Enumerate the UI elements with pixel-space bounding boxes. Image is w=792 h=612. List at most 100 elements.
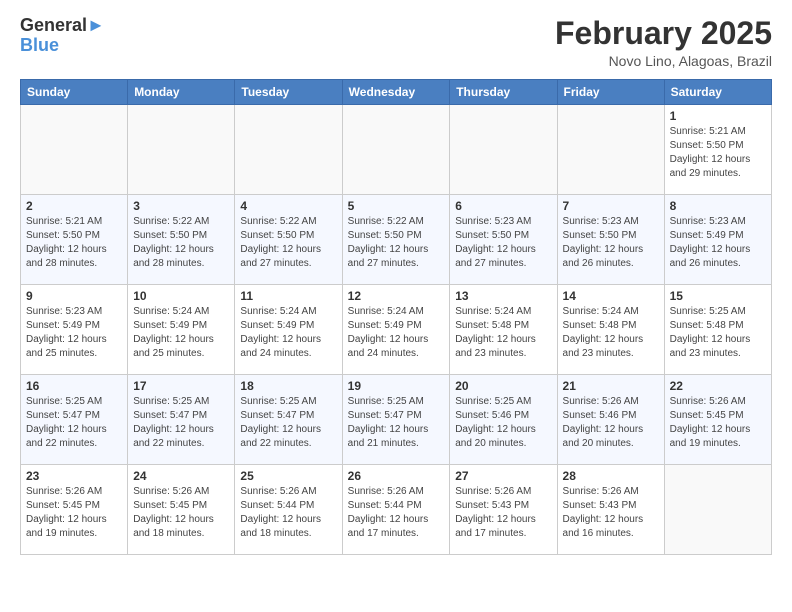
- day-info: Sunrise: 5:26 AM Sunset: 5:43 PM Dayligh…: [455, 485, 551, 541]
- calendar-week-row: 16Sunrise: 5:25 AM Sunset: 5:47 PM Dayli…: [21, 375, 772, 465]
- calendar-header-saturday: Saturday: [664, 80, 771, 105]
- day-info: Sunrise: 5:25 AM Sunset: 5:48 PM Dayligh…: [670, 305, 766, 361]
- calendar-week-row: 23 Sunrise: 5:26 AM Sunset: 5:45 PM Dayli…: [21, 465, 772, 555]
- calendar-cell: 9 Sunrise: 5:23 AM Sunset: 5:49 PM Daylig…: [21, 285, 128, 375]
- calendar-header-monday: Monday: [128, 80, 235, 105]
- day-number: 20: [455, 379, 551, 393]
- day-info: Sunrise: 5:23 AM Sunset: 5:49 PM Dayligh…: [670, 215, 766, 271]
- calendar-header-friday: Friday: [557, 80, 664, 105]
- calendar-cell: 14 Sunrise: 5:24 AM Sunset: 5:48 PM Dayli…: [557, 285, 664, 375]
- calendar-cell: [235, 105, 342, 195]
- calendar-week-row: 9 Sunrise: 5:23 AM Sunset: 5:49 PM Daylig…: [21, 285, 772, 375]
- day-number: 14: [563, 289, 659, 303]
- day-number: 25: [240, 469, 336, 483]
- calendar-cell: 11 Sunrise: 5:24 AM Sunset: 5:49 PM Dayli…: [235, 285, 342, 375]
- calendar-cell: 25 Sunrise: 5:26 AM Sunset: 5:44 PM Dayli…: [235, 465, 342, 555]
- calendar-cell: 6 Sunrise: 5:23 AM Sunset: 5:50 PM Daylig…: [450, 195, 557, 285]
- logo: General► Blue: [20, 16, 105, 56]
- day-info: Sunrise: 5:26 AM Sunset: 5:43 PM Dayligh…: [563, 485, 659, 541]
- calendar-cell: 12 Sunrise: 5:24 AM Sunset: 5:49 PM Dayli…: [342, 285, 450, 375]
- day-number: 1: [670, 109, 766, 123]
- day-number: 6: [455, 199, 551, 213]
- calendar-cell: [21, 105, 128, 195]
- day-number: 7: [563, 199, 659, 213]
- day-info: Sunrise: 5:25 AM Sunset: 5:47 PM Dayligh…: [133, 395, 229, 451]
- day-info: Sunrise: 5:26 AM Sunset: 5:45 PM Dayligh…: [26, 485, 122, 541]
- calendar-cell: [557, 105, 664, 195]
- day-number: 27: [455, 469, 551, 483]
- day-info: Sunrise: 5:23 AM Sunset: 5:50 PM Dayligh…: [455, 215, 551, 271]
- day-number: 21: [563, 379, 659, 393]
- day-number: 26: [348, 469, 445, 483]
- day-info: Sunrise: 5:25 AM Sunset: 5:47 PM Dayligh…: [348, 395, 445, 451]
- calendar-cell: 20 Sunrise: 5:25 AM Sunset: 5:46 PM Dayli…: [450, 375, 557, 465]
- day-info: Sunrise: 5:24 AM Sunset: 5:49 PM Dayligh…: [348, 305, 445, 361]
- day-number: 3: [133, 199, 229, 213]
- day-number: 2: [26, 199, 122, 213]
- day-info: Sunrise: 5:23 AM Sunset: 5:49 PM Dayligh…: [26, 305, 122, 361]
- day-info: Sunrise: 5:22 AM Sunset: 5:50 PM Dayligh…: [133, 215, 229, 271]
- calendar-week-row: 2Sunrise: 5:21 AM Sunset: 5:50 PM Daylig…: [21, 195, 772, 285]
- main-title: February 2025: [555, 16, 772, 51]
- day-number: 23: [26, 469, 122, 483]
- day-number: 5: [348, 199, 445, 213]
- day-info: Sunrise: 5:26 AM Sunset: 5:45 PM Dayligh…: [670, 395, 766, 451]
- day-number: 12: [348, 289, 445, 303]
- day-number: 18: [240, 379, 336, 393]
- calendar-cell: 26 Sunrise: 5:26 AM Sunset: 5:44 PM Dayli…: [342, 465, 450, 555]
- calendar-cell: 21Sunrise: 5:26 AM Sunset: 5:46 PM Dayli…: [557, 375, 664, 465]
- day-number: 22: [670, 379, 766, 393]
- calendar-header-wednesday: Wednesday: [342, 80, 450, 105]
- calendar-cell: [342, 105, 450, 195]
- day-info: Sunrise: 5:24 AM Sunset: 5:48 PM Dayligh…: [563, 305, 659, 361]
- subtitle: Novo Lino, Alagoas, Brazil: [555, 53, 772, 69]
- calendar-cell: 28 Sunrise: 5:26 AM Sunset: 5:43 PM Dayli…: [557, 465, 664, 555]
- day-info: Sunrise: 5:25 AM Sunset: 5:46 PM Dayligh…: [455, 395, 551, 451]
- day-number: 9: [26, 289, 122, 303]
- day-info: Sunrise: 5:22 AM Sunset: 5:50 PM Dayligh…: [348, 215, 445, 271]
- calendar-cell: 7 Sunrise: 5:23 AM Sunset: 5:50 PM Daylig…: [557, 195, 664, 285]
- day-number: 13: [455, 289, 551, 303]
- calendar-cell: 22 Sunrise: 5:26 AM Sunset: 5:45 PM Dayli…: [664, 375, 771, 465]
- calendar-cell: 2Sunrise: 5:21 AM Sunset: 5:50 PM Daylig…: [21, 195, 128, 285]
- day-number: 10: [133, 289, 229, 303]
- day-info: Sunrise: 5:24 AM Sunset: 5:48 PM Dayligh…: [455, 305, 551, 361]
- day-number: 15: [670, 289, 766, 303]
- day-info: Sunrise: 5:23 AM Sunset: 5:50 PM Dayligh…: [563, 215, 659, 271]
- calendar-cell: 10Sunrise: 5:24 AM Sunset: 5:49 PM Dayli…: [128, 285, 235, 375]
- calendar-header-tuesday: Tuesday: [235, 80, 342, 105]
- day-number: 24: [133, 469, 229, 483]
- day-number: 28: [563, 469, 659, 483]
- day-info: Sunrise: 5:26 AM Sunset: 5:44 PM Dayligh…: [348, 485, 445, 541]
- calendar-cell: 13 Sunrise: 5:24 AM Sunset: 5:48 PM Dayli…: [450, 285, 557, 375]
- calendar-cell: 27 Sunrise: 5:26 AM Sunset: 5:43 PM Dayli…: [450, 465, 557, 555]
- calendar-header-sunday: Sunday: [21, 80, 128, 105]
- day-info: Sunrise: 5:24 AM Sunset: 5:49 PM Dayligh…: [240, 305, 336, 361]
- calendar-cell: 5 Sunrise: 5:22 AM Sunset: 5:50 PM Daylig…: [342, 195, 450, 285]
- calendar-cell: 16Sunrise: 5:25 AM Sunset: 5:47 PM Dayli…: [21, 375, 128, 465]
- day-number: 11: [240, 289, 336, 303]
- title-block: February 2025 Novo Lino, Alagoas, Brazil: [555, 16, 772, 69]
- calendar-cell: 23 Sunrise: 5:26 AM Sunset: 5:45 PM Dayli…: [21, 465, 128, 555]
- header: General► Blue February 2025 Novo Lino, A…: [20, 16, 772, 69]
- calendar-cell: 1 Sunrise: 5:21 AM Sunset: 5:50 PM Daylig…: [664, 105, 771, 195]
- day-number: 19: [348, 379, 445, 393]
- calendar-cell: 18Sunrise: 5:25 AM Sunset: 5:47 PM Dayli…: [235, 375, 342, 465]
- calendar-cell: 19 Sunrise: 5:25 AM Sunset: 5:47 PM Dayli…: [342, 375, 450, 465]
- day-info: Sunrise: 5:21 AM Sunset: 5:50 PM Dayligh…: [670, 125, 766, 181]
- calendar-cell: [128, 105, 235, 195]
- calendar-cell: 4Sunrise: 5:22 AM Sunset: 5:50 PM Daylig…: [235, 195, 342, 285]
- day-number: 17: [133, 379, 229, 393]
- calendar-cell: [664, 465, 771, 555]
- calendar-cell: 3 Sunrise: 5:22 AM Sunset: 5:50 PM Daylig…: [128, 195, 235, 285]
- calendar-header-thursday: Thursday: [450, 80, 557, 105]
- calendar-week-row: 1 Sunrise: 5:21 AM Sunset: 5:50 PM Daylig…: [21, 105, 772, 195]
- day-info: Sunrise: 5:26 AM Sunset: 5:44 PM Dayligh…: [240, 485, 336, 541]
- day-number: 8: [670, 199, 766, 213]
- day-info: Sunrise: 5:25 AM Sunset: 5:47 PM Dayligh…: [26, 395, 122, 451]
- day-info: Sunrise: 5:22 AM Sunset: 5:50 PM Dayligh…: [240, 215, 336, 271]
- calendar-cell: [450, 105, 557, 195]
- calendar-header-row: SundayMondayTuesdayWednesdayThursdayFrid…: [21, 80, 772, 105]
- calendar-cell: 24Sunrise: 5:26 AM Sunset: 5:45 PM Dayli…: [128, 465, 235, 555]
- calendar-cell: 8 Sunrise: 5:23 AM Sunset: 5:49 PM Daylig…: [664, 195, 771, 285]
